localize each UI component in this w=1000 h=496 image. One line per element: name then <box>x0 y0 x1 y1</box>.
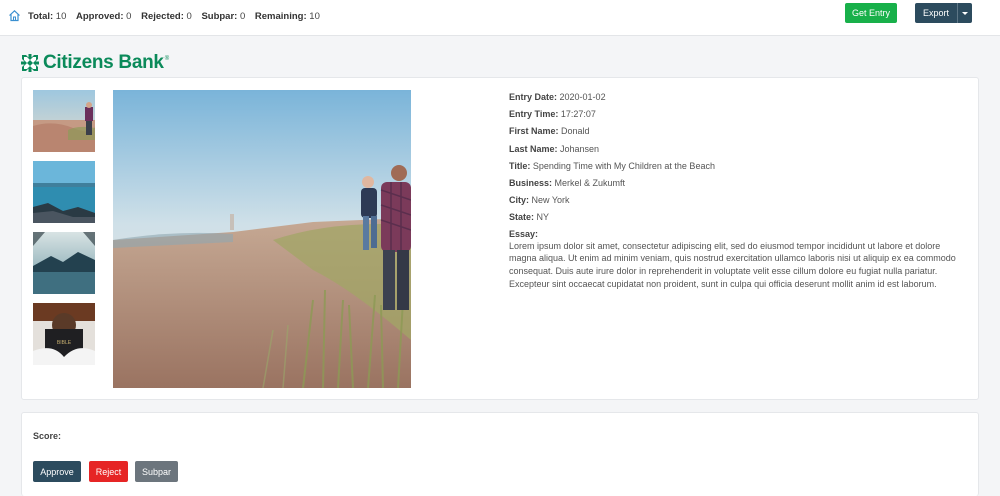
field-state: State: NY <box>509 212 550 223</box>
stats-summary: Total: 10 Approved: 0 Rejected: 0 Subpar… <box>28 11 327 22</box>
field-city: City: New York <box>509 195 570 206</box>
brand-name: Citizens Bank <box>43 52 164 73</box>
field-entry-date: Entry Date: 2020-01-02 <box>509 92 606 102</box>
export-label: Export <box>922 8 949 18</box>
reject-button[interactable]: Reject <box>89 461 128 482</box>
export-button[interactable]: Export <box>915 3 972 23</box>
entry-main-photo <box>113 90 411 388</box>
svg-text:BIBLE: BIBLE <box>57 340 72 346</box>
stat-subpar: Subpar: 0 <box>201 11 246 22</box>
field-first-name: First Name: Donald <box>509 126 590 137</box>
score-label: Score: <box>33 431 62 441</box>
chevron-down-icon[interactable] <box>957 3 972 23</box>
approve-button[interactable]: Approve <box>33 461 81 482</box>
stat-total: Total: 10 <box>28 11 67 22</box>
field-last-name: Last Name: Johansen <box>509 143 600 154</box>
stat-approved: Approved: 0 <box>76 11 132 22</box>
field-entry-time: Entry Time: 17:27:07 <box>509 109 596 120</box>
thumbnail-child-reading[interactable]: BIBLE <box>33 303 95 365</box>
citizens-bank-logo-icon <box>21 54 39 72</box>
field-title: Title: Spending Time with My Children at… <box>509 160 715 171</box>
essay-label: Essay: <box>509 228 539 239</box>
entry-details: Entry Date: 2020-01-02 Entry Time: 17:27… <box>509 90 959 291</box>
score-card <box>21 412 979 496</box>
essay-text: Lorem ipsum dolor sit amet, consectetur … <box>509 240 956 290</box>
home-icon[interactable] <box>8 9 21 22</box>
field-business: Business: Merkel & Zukumft <box>509 177 626 188</box>
subpar-button[interactable]: Subpar <box>135 461 178 482</box>
top-toolbar: Total: 10 Approved: 0 Rejected: 0 Subpar… <box>0 0 1000 36</box>
registered-mark: ® <box>164 56 170 62</box>
stat-remaining: Remaining: 10 <box>254 11 320 22</box>
stat-rejected: Rejected: 0 <box>141 11 192 22</box>
brand-logo: Citizens Bank ® <box>21 52 169 74</box>
get-entry-button[interactable]: Get Entry <box>845 3 897 23</box>
thumbnail-beach-walk[interactable] <box>33 90 95 152</box>
thumbnail-mountain-lake[interactable] <box>33 232 95 294</box>
thumbnail-seaside[interactable] <box>33 161 95 223</box>
